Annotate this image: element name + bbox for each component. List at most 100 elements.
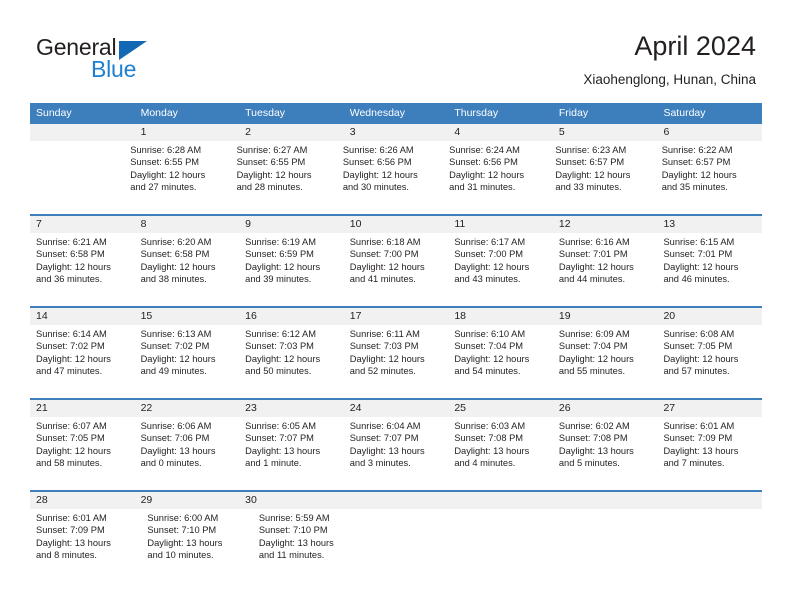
day-cell[interactable]: Sunrise: 6:16 AM Sunset: 7:01 PM Daylight:… (553, 233, 658, 299)
day-number[interactable]: 16 (239, 308, 344, 325)
day-cell[interactable]: Sunrise: 6:12 AM Sunset: 7:03 PM Daylight:… (239, 325, 344, 391)
day-cell[interactable]: Sunrise: 6:03 AM Sunset: 7:08 PM Daylight:… (448, 417, 553, 483)
sunrise-text: Sunrise: 6:01 AM (663, 421, 735, 431)
day-cell[interactable]: Sunrise: 6:19 AM Sunset: 6:59 PM Daylight:… (239, 233, 344, 299)
sunset-text: Sunset: 7:02 PM (140, 341, 210, 352)
day-cell[interactable]: Sunrise: 6:14 AM Sunset: 7:02 PM Daylight:… (30, 325, 135, 391)
day-cell[interactable]: Sunrise: 6:23 AM Sunset: 6:57 PM Daylight:… (549, 141, 655, 207)
day-number[interactable]: 12 (553, 216, 658, 233)
day-number[interactable]: 27 (657, 400, 762, 417)
sunrise-text: Sunrise: 6:22 AM (661, 145, 733, 155)
day-number[interactable]: 15 (135, 308, 240, 325)
day-number[interactable]: 2 (239, 124, 344, 141)
day-number[interactable]: 25 (448, 400, 553, 417)
daylight-text: and 7 minutes. (663, 458, 725, 469)
sunrise-text: Sunrise: 6:11 AM (349, 329, 420, 339)
day-cell[interactable]: Sunrise: 6:18 AM Sunset: 7:00 PM Daylight:… (344, 233, 449, 299)
day-number[interactable]: 14 (30, 308, 135, 325)
day-cell[interactable]: Sunrise: 6:15 AM Sunset: 7:01 PM Daylight:… (657, 233, 762, 299)
day-cell[interactable]: Sunrise: 6:10 AM Sunset: 7:04 PM Daylight:… (448, 325, 553, 391)
day-number[interactable]: 24 (344, 400, 449, 417)
sunrise-text: Sunrise: 6:04 AM (349, 421, 421, 431)
day-cell[interactable]: Sunrise: 6:06 AM Sunset: 7:06 PM Daylight:… (135, 417, 240, 483)
empty-day-cell (657, 492, 762, 509)
day-number[interactable]: 7 (30, 216, 135, 233)
daylight-text: and 35 minutes. (661, 182, 728, 193)
sunset-text: Sunset: 7:01 PM (558, 249, 628, 260)
day-cell[interactable]: Sunrise: 6:13 AM Sunset: 7:02 PM Daylight:… (135, 325, 240, 391)
day-cell[interactable]: Sunrise: 6:07 AM Sunset: 7:05 PM Daylight:… (30, 417, 135, 483)
day-cell[interactable]: Sunrise: 6:21 AM Sunset: 6:58 PM Daylight:… (30, 233, 135, 299)
sunset-text: Sunset: 6:58 PM (36, 249, 105, 260)
daylight-text: Daylight: 12 hours (36, 353, 111, 364)
day-cell[interactable]: Sunrise: 6:04 AM Sunset: 7:07 PM Daylight:… (344, 417, 449, 483)
day-cell[interactable]: Sunrise: 6:08 AM Sunset: 7:05 PM Daylight:… (657, 325, 762, 391)
day-cell[interactable]: Sunrise: 6:27 AM Sunset: 6:55 PM Daylight:… (231, 141, 337, 207)
day-number[interactable]: 10 (344, 216, 449, 233)
day-number[interactable]: 18 (448, 308, 553, 325)
sunrise-text: Sunrise: 6:26 AM (342, 145, 414, 155)
day-number[interactable]: 29 (135, 492, 240, 509)
daylight-text: Daylight: 12 hours (36, 261, 111, 272)
day-cell[interactable]: Sunrise: 5:59 AM Sunset: 7:10 PM Daylight:… (253, 509, 364, 575)
daylight-text: Daylight: 12 hours (454, 353, 530, 364)
day-cell[interactable]: Sunrise: 6:01 AM Sunset: 7:09 PM Daylight:… (30, 509, 141, 575)
day-cell[interactable]: Sunrise: 6:00 AM Sunset: 7:10 PM Daylight:… (141, 509, 252, 575)
sunset-text: Sunset: 6:55 PM (130, 157, 200, 168)
day-number[interactable]: 20 (657, 308, 762, 325)
day-number[interactable]: 6 (657, 124, 762, 141)
sunset-text: Sunset: 7:07 PM (245, 433, 314, 444)
day-number[interactable]: 4 (448, 124, 553, 141)
daylight-text: Daylight: 13 hours (147, 537, 223, 548)
day-number[interactable]: 1 (135, 124, 240, 141)
day-cell[interactable]: Sunrise: 6:11 AM Sunset: 7:03 PM Daylight:… (344, 325, 449, 391)
sunrise-text: Sunrise: 6:18 AM (349, 237, 421, 247)
daylight-text: and 52 minutes. (349, 366, 416, 377)
day-cell[interactable]: Sunrise: 6:02 AM Sunset: 7:08 PM Daylight:… (553, 417, 658, 483)
day-cell[interactable]: Sunrise: 6:22 AM Sunset: 6:57 PM Daylight:… (656, 141, 762, 207)
day-number[interactable]: 9 (239, 216, 344, 233)
sunrise-text: Sunrise: 6:12 AM (245, 329, 316, 339)
page-header: General Blue April 2024 Xiaohenglong, Hu… (0, 0, 792, 100)
day-cell[interactable]: Sunrise: 6:17 AM Sunset: 7:00 PM Daylight:… (448, 233, 553, 299)
daylight-text: and 30 minutes. (342, 182, 409, 193)
day-number[interactable]: 13 (657, 216, 762, 233)
day-number[interactable]: 11 (448, 216, 553, 233)
daylight-text: Daylight: 13 hours (245, 445, 321, 456)
day-cell[interactable]: Sunrise: 6:24 AM Sunset: 6:56 PM Daylight:… (443, 141, 549, 207)
day-number[interactable]: 23 (239, 400, 344, 417)
day-number-band: 28 29 30 (30, 492, 762, 509)
sunset-text: Sunset: 7:05 PM (36, 433, 105, 444)
day-cell[interactable]: Sunrise: 6:05 AM Sunset: 7:07 PM Daylight:… (239, 417, 344, 483)
day-number[interactable]: 26 (553, 400, 658, 417)
day-cell[interactable]: Sunrise: 6:01 AM Sunset: 7:09 PM Daylight:… (657, 417, 762, 483)
sunset-text: Sunset: 6:56 PM (342, 157, 412, 168)
daylight-text: Daylight: 13 hours (663, 445, 739, 456)
daylight-text: and 39 minutes. (245, 274, 312, 285)
day-number[interactable]: 22 (135, 400, 240, 417)
day-number[interactable]: 30 (239, 492, 344, 509)
day-number[interactable]: 21 (30, 400, 135, 417)
weekday-header-friday: Friday (558, 107, 589, 119)
day-cell[interactable]: Sunrise: 6:26 AM Sunset: 6:56 PM Daylight:… (337, 141, 443, 207)
day-number[interactable]: 28 (30, 492, 135, 509)
day-number[interactable]: 8 (135, 216, 240, 233)
day-cell[interactable]: Sunrise: 6:28 AM Sunset: 6:55 PM Daylight:… (124, 141, 230, 207)
daylight-text: and 46 minutes. (663, 274, 730, 285)
day-number[interactable]: 5 (553, 124, 658, 141)
sunrise-text: Sunrise: 6:06 AM (140, 421, 212, 431)
day-number[interactable]: 19 (553, 308, 658, 325)
sunrise-text: Sunrise: 6:24 AM (449, 145, 520, 155)
daylight-text: and 8 minutes. (36, 550, 97, 561)
day-number[interactable]: 17 (344, 308, 449, 325)
sunrise-text: Sunrise: 6:03 AM (454, 421, 526, 431)
sunrise-text: Sunrise: 6:15 AM (663, 237, 735, 247)
day-cell[interactable]: Sunrise: 6:20 AM Sunset: 6:58 PM Daylight:… (135, 233, 240, 299)
sunrise-text: Sunrise: 6:14 AM (36, 329, 107, 339)
day-number[interactable]: 3 (344, 124, 449, 141)
weekday-header-wednesday: Wednesday (349, 107, 405, 119)
daylight-text: and 27 minutes. (130, 182, 197, 193)
sunrise-text: Sunrise: 6:00 AM (147, 513, 219, 523)
sunrise-text: Sunrise: 6:07 AM (36, 421, 107, 431)
day-cell[interactable]: Sunrise: 6:09 AM Sunset: 7:04 PM Daylight:… (553, 325, 658, 391)
